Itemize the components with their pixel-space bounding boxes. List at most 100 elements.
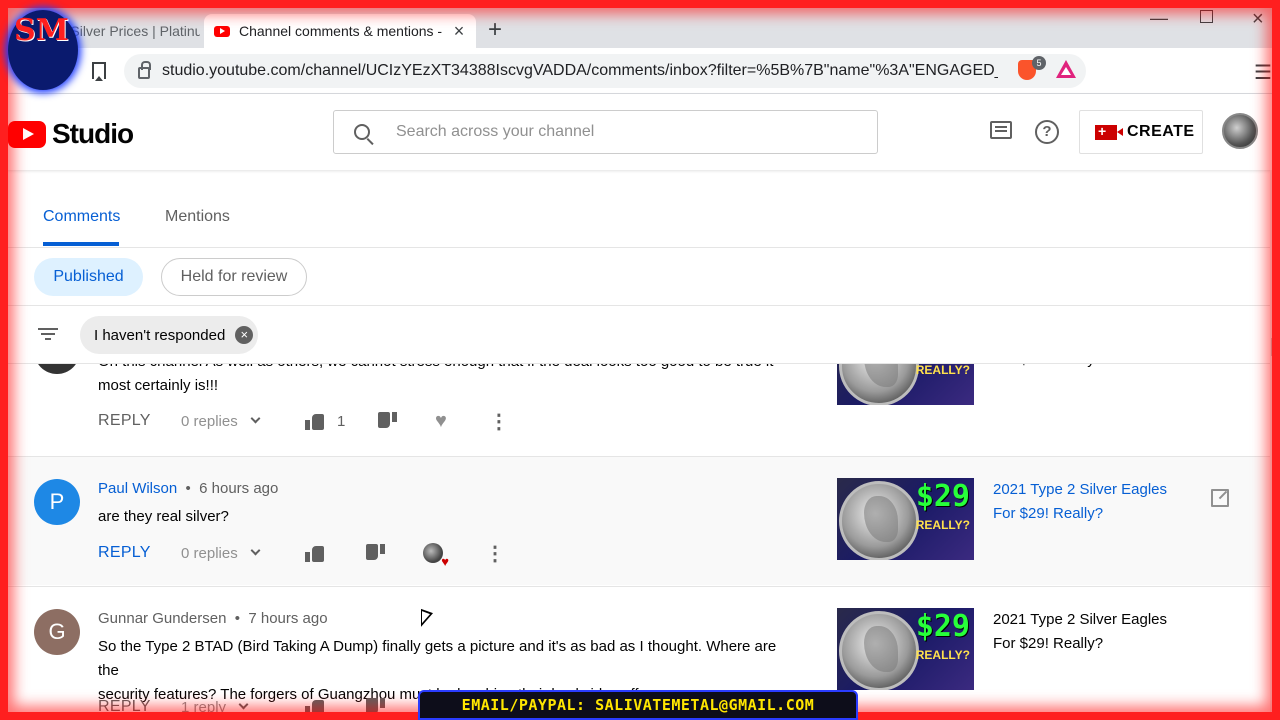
open-in-new-icon[interactable] [1211,489,1229,507]
new-tab-icon[interactable]: + [488,18,502,42]
close-window-icon[interactable]: × [1252,8,1264,31]
brand-logo-text: SM [14,13,69,48]
silver-coin-image [839,481,919,560]
bookmark-icon[interactable] [92,62,106,81]
tab-mentions[interactable]: Mentions [165,208,230,226]
help-icon[interactable]: ? [1035,120,1059,144]
dislike-icon[interactable] [377,412,397,430]
close-tab-icon[interactable]: × [448,21,470,42]
video-title-line: For $29! Really? [993,635,1104,652]
chevron-down-icon [250,545,261,555]
comment-text: are they real silver? [98,508,229,525]
mouse-cursor-icon [421,608,433,632]
feedback-icon[interactable] [990,121,1012,139]
tab-channel-comments[interactable]: Channel comments & mentions - × [204,14,476,48]
browser-toolbar: studio.youtube.com/channel/UCIzYEzXT3438… [0,48,1280,94]
comment-meta: Gunnar Gundersen • 7 hours ago [98,610,328,627]
like-icon[interactable] [305,698,325,716]
studio-logo[interactable]: Studio [8,118,134,150]
remove-filter-icon[interactable]: × [235,326,254,344]
dislike-icon[interactable] [365,698,385,716]
avatar-letter: G [48,619,66,644]
minimize-icon[interactable]: — [1150,8,1168,29]
reply-button[interactable]: REPLY [98,412,181,430]
active-tab-indicator [43,242,119,246]
maximize-icon[interactable] [1200,10,1213,23]
dislike-icon[interactable] [365,544,385,562]
search-box[interactable] [333,110,878,154]
thumbnail-caption: REALLY? [915,363,970,377]
scrollbar-thumb[interactable] [1271,338,1279,356]
comment-meta: Paul Wilson • 6 hours ago [98,480,279,497]
like-icon[interactable] [305,544,325,562]
video-thumbnail[interactable]: $29 REALLY? [837,478,974,560]
browser-menu-icon[interactable]: ☰ [1254,60,1272,85]
thumbnail-price: $29 [915,479,970,514]
filter-icon[interactable] [38,328,58,340]
tab-comments[interactable]: Comments [43,208,120,226]
thumbnail-price: $29 [915,609,970,644]
replies-count: 1 reply [181,698,227,716]
comment-row: P Paul Wilson • 6 hours ago are they rea… [8,457,1270,585]
address-bar[interactable]: studio.youtube.com/channel/UCIzYEzXT3438… [124,54,1086,88]
thumbnail-caption: REALLY? [915,648,970,662]
brave-rewards-icon[interactable] [1056,60,1076,78]
comment-actions: REPLY 0 replies ⋮ [98,541,505,570]
shields-count-badge: 5 [1032,56,1046,70]
not-responded-filter-chip[interactable]: I haven't responded × [80,316,258,354]
video-camera-icon [1095,123,1123,140]
browser-tab-strip: s | Silver Prices | Platinu Channel comm… [0,0,1280,48]
comment-author[interactable]: Paul Wilson [98,480,177,497]
search-icon [354,124,370,140]
channel-brand-logo: SM [4,6,80,92]
replies-count: 0 replies [181,412,238,430]
page-scrollbar[interactable] [1270,170,1280,720]
comment-actions: REPLY 1 reply [98,695,423,719]
search-input[interactable] [396,123,856,141]
comment-time[interactable]: 7 hours ago [248,610,327,627]
video-thumbnail[interactable]: $29 REALLY? [837,608,974,690]
video-title[interactable]: 2021 Type 2 Silver Eagles For $29! Reall… [993,478,1173,526]
silver-coin-image [839,611,919,690]
more-actions-icon[interactable]: ⋮ [489,409,509,434]
create-label: CREATE [1127,123,1195,140]
comment-time[interactable]: 6 hours ago [199,480,278,497]
video-title-line: For $29! Really? [993,505,1104,522]
status-chips-bar: Published Held for review [8,248,1270,306]
filter-chip-label: I haven't responded [94,326,226,344]
youtube-logo-icon [8,120,46,148]
contact-banner: EMAIL/PAYPAL: SALIVATEMETAL@GMAIL.COM [418,690,858,720]
replies-toggle[interactable]: 0 replies [181,413,305,430]
more-actions-icon[interactable]: ⋮ [485,541,505,566]
commenter-avatar[interactable]: G [34,609,80,655]
reply-button[interactable]: REPLY [98,544,181,562]
replies-count: 0 replies [181,544,238,562]
like-count: 1 [337,412,346,430]
held-for-review-chip[interactable]: Held for review [161,258,307,296]
create-button[interactable]: CREATE [1079,110,1203,154]
comment-actions: REPLY 0 replies 1 ♥ ⋮ [98,409,509,434]
chevron-down-icon [238,699,249,709]
url-text[interactable]: studio.youtube.com/channel/UCIzYEzXT3438… [162,62,998,80]
thumbnail-caption: REALLY? [915,518,970,532]
creator-heart-icon[interactable] [423,543,449,569]
video-title[interactable]: 2021 Type 2 Silver Eagles For $29! Reall… [993,608,1173,656]
avatar-letter: P [49,489,65,514]
lock-icon[interactable] [138,61,151,79]
logo-text: Studio [52,118,134,149]
chevron-down-icon [250,413,261,423]
published-chip[interactable]: Published [34,258,143,296]
comment-text-line: So the Type 2 BTAD (Bird Taking A Dump) … [98,638,777,679]
account-avatar[interactable] [1222,113,1258,149]
comment-text-line: most certainly is!!! [98,377,219,394]
video-title-line: 2021 Type 2 Silver Eagles [993,611,1168,628]
heart-icon[interactable]: ♥ [435,410,447,433]
reply-button[interactable]: REPLY [98,698,181,716]
replies-toggle[interactable]: 0 replies [181,545,305,562]
comment-author[interactable]: Gunnar Gundersen [98,610,226,627]
filter-bar: I haven't responded × [8,306,1270,364]
like-icon[interactable] [305,412,325,430]
replies-toggle[interactable]: 1 reply [181,699,305,716]
commenter-avatar[interactable]: P [34,479,80,525]
comments-tabs-bar: Comments Mentions [8,170,1270,248]
